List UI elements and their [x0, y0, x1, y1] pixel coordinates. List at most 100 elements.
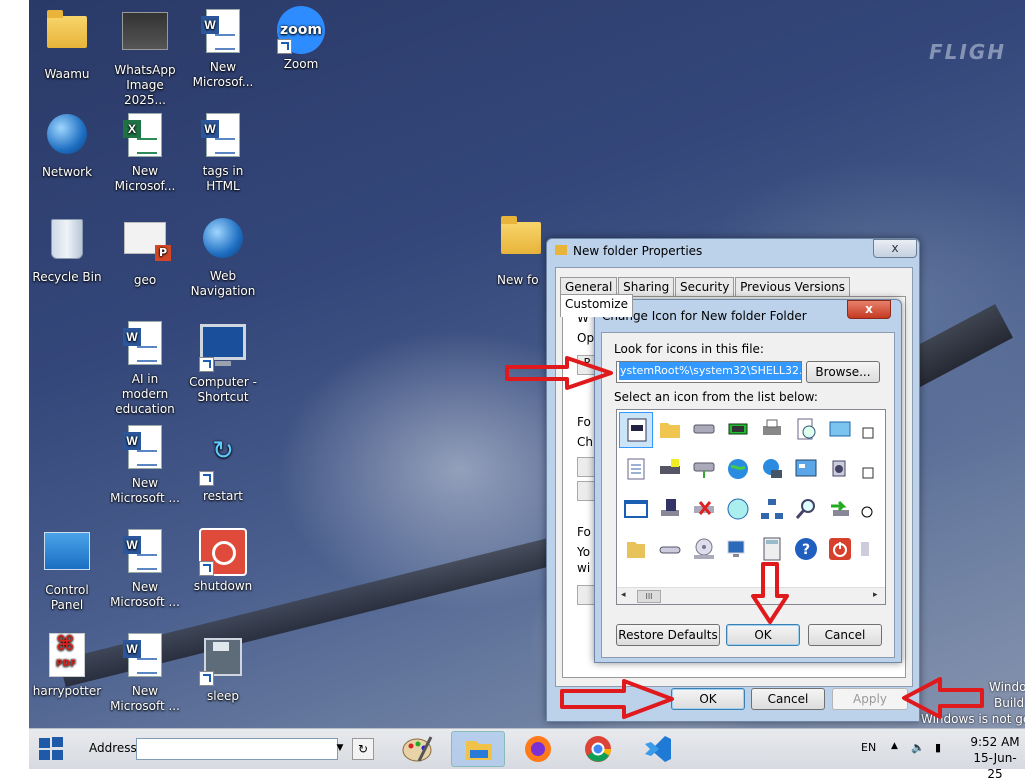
- icon-option[interactable]: [687, 412, 721, 448]
- shortcut-arrow-icon: [199, 471, 214, 486]
- desktop-icon-label: restart: [202, 489, 243, 503]
- icon-option[interactable]: [721, 492, 755, 528]
- apply-button[interactable]: Apply: [832, 688, 908, 710]
- icon-option[interactable]: [619, 452, 653, 488]
- system-clock[interactable]: 9:52 AM 15-Jun-25: [967, 734, 1023, 782]
- word-doc-icon: W: [123, 425, 162, 469]
- desktop-icon-shutdown[interactable]: shutdown: [185, 526, 261, 594]
- icon-file-path-input[interactable]: ystemRoot%\system32\SHELL32.dll: [616, 361, 802, 383]
- desktop-icon-geo[interactable]: P geo: [107, 214, 183, 288]
- icon-option[interactable]: [653, 532, 687, 568]
- icon-option[interactable]: [823, 492, 857, 528]
- desktop-icon-control-panel[interactable]: Control Panel: [29, 526, 105, 613]
- desktop-icon-recycle-bin[interactable]: Recycle Bin: [29, 214, 105, 285]
- scroll-left-icon[interactable]: ◂: [621, 590, 626, 600]
- export-arrow-icon: [831, 500, 849, 516]
- cancel-button[interactable]: Cancel: [751, 688, 825, 710]
- icon-option[interactable]: [687, 532, 721, 568]
- desktop-icon-restart[interactable]: ↻ restart: [185, 422, 261, 504]
- section-text: Fo: [577, 415, 591, 429]
- icon-option[interactable]: [755, 412, 789, 448]
- icon-option[interactable]: [857, 492, 885, 528]
- icon-option[interactable]: [653, 492, 687, 528]
- desktop-icon-word-doc[interactable]: W New Microsoft ...: [107, 526, 183, 610]
- restart-icon: ↻: [212, 436, 234, 466]
- desktop-icon-zoom[interactable]: zoom Zoom: [263, 6, 339, 72]
- globe-alt-icon: [727, 498, 749, 520]
- desktop-icon-new-folder[interactable]: New fo: [491, 212, 551, 288]
- desktop-icon-computer-shortcut[interactable]: Computer - Shortcut: [185, 318, 261, 405]
- desktop-icon-harrypotter[interactable]: ⌘ PDF harrypotter: [29, 630, 105, 699]
- icon-option[interactable]: [823, 452, 857, 488]
- tab-customize[interactable]: Customize: [560, 294, 633, 317]
- icon-option[interactable]: [857, 412, 885, 448]
- icon-option[interactable]: [857, 452, 885, 488]
- desktop-icon-ai-education[interactable]: W AI in modern education: [107, 318, 183, 417]
- desktop-icon-word-doc[interactable]: W New Microsoft ...: [107, 422, 183, 506]
- icon-option[interactable]: [857, 532, 885, 568]
- icon-option[interactable]: [755, 452, 789, 488]
- chip-icon: [728, 423, 748, 435]
- icon-option[interactable]: [687, 492, 721, 528]
- icon-option[interactable]: [619, 412, 653, 448]
- icon-option[interactable]: [789, 412, 823, 448]
- icon-option[interactable]: [789, 492, 823, 528]
- icon-option[interactable]: [789, 452, 823, 488]
- desktop-icon-network[interactable]: Network: [29, 110, 105, 180]
- word-doc-icon: W: [123, 321, 162, 365]
- icon-option[interactable]: [721, 412, 755, 448]
- refresh-icon[interactable]: ↻: [352, 738, 374, 760]
- icon-option[interactable]: [823, 532, 857, 568]
- icon-option[interactable]: [619, 492, 653, 528]
- show-hidden-icons-icon[interactable]: ▲: [891, 741, 898, 751]
- icon-option[interactable]: [755, 492, 789, 528]
- desktop-icon-sleep[interactable]: sleep: [185, 630, 261, 704]
- icon-option[interactable]: [619, 532, 653, 568]
- tab-previous-versions[interactable]: Previous Versions: [735, 277, 851, 297]
- icon-option[interactable]: [721, 452, 755, 488]
- desktop-icon-whatsapp-image[interactable]: WhatsApp Image 2025...: [107, 6, 183, 108]
- excel-doc-icon: X: [123, 113, 162, 157]
- annotation-arrow-left: [902, 677, 984, 719]
- icon-option[interactable]: [823, 412, 857, 448]
- icon-option[interactable]: [687, 452, 721, 488]
- globe-computer-icon: [763, 459, 782, 478]
- taskbar: Address ▼ ↻ EN ▲ 🔈 ▮ 9:52 AM 15-Jun-25: [29, 728, 1025, 781]
- scroll-right-icon[interactable]: ▸: [873, 590, 878, 600]
- paint-palette-icon: [402, 736, 433, 762]
- taskbar-firefox[interactable]: [511, 731, 565, 767]
- network-status-icon[interactable]: ▮: [935, 741, 941, 754]
- search-icon: [795, 499, 815, 519]
- start-button[interactable]: [39, 737, 65, 761]
- speaker-volume-icon[interactable]: 🔈: [911, 741, 925, 754]
- ok-button[interactable]: OK: [671, 688, 745, 710]
- chevron-down-icon[interactable]: ▼: [332, 738, 348, 758]
- restore-defaults-button[interactable]: Restore Defaults: [616, 624, 720, 646]
- taskbar-paint-app[interactable]: [391, 731, 445, 767]
- close-button[interactable]: x: [873, 239, 917, 258]
- input-language-indicator[interactable]: EN: [861, 741, 876, 754]
- icon-option[interactable]: [653, 452, 687, 488]
- word-doc-icon: W: [201, 9, 240, 53]
- desktop-icon-tags-in-html[interactable]: W tags in HTML: [185, 110, 261, 194]
- desktop-icon-label: New Microsof...: [114, 164, 176, 193]
- tab-security[interactable]: Security: [675, 277, 735, 297]
- taskbar-vscode[interactable]: [631, 731, 685, 767]
- activation-watermark-line: Windo: [989, 680, 1025, 694]
- browse-button[interactable]: Browse...: [806, 361, 880, 383]
- desktop-icon-web-navigation[interactable]: Web Navigation: [185, 214, 261, 299]
- desktop-icon-word-doc[interactable]: W New Microsof...: [185, 6, 261, 90]
- scroll-thumb[interactable]: III: [637, 590, 661, 603]
- ok-button[interactable]: OK: [726, 624, 800, 646]
- close-button[interactable]: x: [847, 300, 891, 319]
- cancel-button[interactable]: Cancel: [808, 624, 882, 646]
- address-toolbar-label: Address: [89, 741, 137, 755]
- desktop-icon-word-doc[interactable]: W New Microsoft ...: [107, 630, 183, 714]
- taskbar-chrome[interactable]: [571, 731, 625, 767]
- desktop-icon-waamu[interactable]: Waamu: [29, 6, 105, 82]
- icon-option[interactable]: ?: [789, 532, 823, 568]
- icon-option[interactable]: [653, 412, 687, 448]
- address-input[interactable]: [136, 738, 338, 760]
- desktop-icon-excel-doc[interactable]: X New Microsof...: [107, 110, 183, 194]
- taskbar-file-explorer[interactable]: [451, 731, 505, 767]
